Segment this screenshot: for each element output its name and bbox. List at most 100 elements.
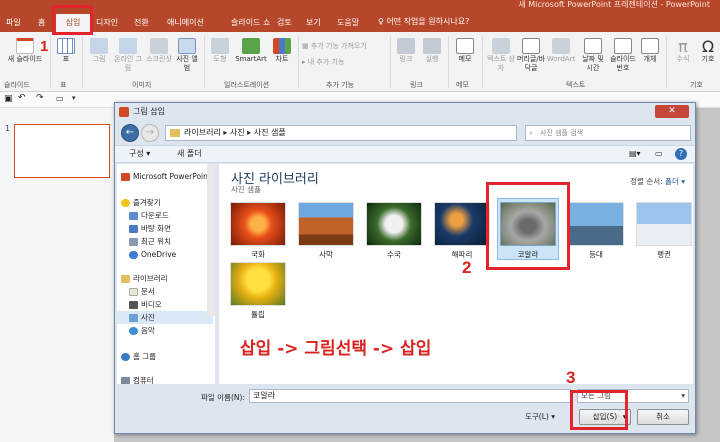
photo-item[interactable]: 등대 — [567, 202, 625, 260]
tab-transitions[interactable]: 전환 — [130, 14, 153, 32]
picture-button[interactable]: 그림 — [86, 38, 112, 64]
search-icon: ⌕ — [529, 129, 533, 137]
group-addins: 추가 기능 — [326, 81, 354, 89]
date-time-button[interactable]: 날짜 및 시간 — [578, 38, 608, 73]
recent-places-icon — [129, 238, 138, 246]
path-input[interactable]: 라이브러리 ▸ 사진 ▸ 사진 샘플 — [165, 125, 517, 141]
header-footer-button[interactable]: 머리글/바닥글 — [516, 38, 546, 73]
annotation-step-3: 3 — [566, 368, 576, 387]
search-input[interactable]: ⌕ 사진 샘플 검색 — [525, 125, 691, 141]
undo-icon[interactable]: ↶ — [18, 93, 26, 103]
desktop-icon — [129, 225, 138, 233]
nav-item-computer[interactable]: 컴퓨터 — [117, 374, 213, 384]
powerpoint-icon — [121, 173, 130, 181]
nav-item-downloads[interactable]: 다운로드 — [117, 209, 213, 222]
preview-pane-icon[interactable]: ▭ — [655, 146, 663, 162]
view-icon[interactable]: ▤▾ — [629, 146, 641, 162]
nav-item-music[interactable]: 음악 — [117, 324, 213, 337]
nav-item-favorites[interactable]: 즐겨찾기 — [117, 196, 213, 209]
nav-item-pictures[interactable]: 사진 — [117, 311, 213, 324]
cancel-label: 취소 — [656, 412, 670, 421]
pictures-icon — [129, 314, 138, 322]
nav-item-videos[interactable]: 비디오 — [117, 298, 213, 311]
tab-view[interactable]: 보기 — [302, 14, 325, 32]
folder-icon — [170, 129, 180, 137]
object-label: 개체 — [643, 55, 657, 63]
table-button[interactable]: 표 — [54, 38, 78, 64]
help-icon[interactable]: ? — [675, 148, 687, 160]
nav-item-onedrive[interactable]: OneDrive — [117, 248, 213, 261]
back-icon[interactable]: ← — [121, 124, 139, 142]
tab-file[interactable]: 파일 — [2, 14, 25, 32]
chart-button[interactable]: 차트 — [270, 38, 294, 64]
nav-scrollbar[interactable] — [207, 164, 215, 316]
object-icon — [641, 38, 659, 54]
tab-slideshow[interactable]: 슬라이드 쇼 — [227, 14, 274, 32]
forward-icon[interactable]: → — [141, 124, 159, 142]
online-picture-label: 온라인 그림 — [114, 55, 142, 72]
new-folder-button[interactable]: 새 폴더 — [177, 146, 202, 162]
library-subtitle: 사진 샘플 — [231, 185, 261, 194]
object-button[interactable]: 개체 — [638, 38, 662, 64]
nav-item-desktop[interactable]: 바탕 화면 — [117, 222, 213, 235]
tab-help[interactable]: 도움말 — [333, 14, 363, 32]
slide-number-button[interactable]: 슬라이드 번호 — [608, 38, 638, 73]
shapes-label: 도형 — [213, 55, 227, 63]
get-addins-button[interactable]: ▦ 추가 기능 가져오기 — [302, 42, 386, 51]
music-icon — [129, 327, 138, 335]
action-button[interactable]: 실행 — [420, 38, 444, 64]
photo-item[interactable]: 해파리 — [433, 202, 491, 260]
photo-item[interactable]: 수국 — [365, 202, 423, 260]
nav-item-powerpoint[interactable]: Microsoft PowerPoint — [117, 170, 213, 183]
shapes-button[interactable]: 도형 — [208, 38, 232, 64]
my-addins-button[interactable]: ▸ 내 추가 기능 — [302, 58, 386, 67]
comment-button[interactable]: 메모 — [452, 38, 478, 64]
tab-home[interactable]: 홈 — [34, 14, 49, 32]
screenshot-button[interactable]: 스크린샷 — [144, 38, 174, 64]
redo-icon[interactable]: ↷ — [36, 93, 44, 103]
nav-item-libraries[interactable]: 라이브러리 — [117, 272, 213, 285]
link-button[interactable]: 링크 — [394, 38, 418, 64]
smartart-button[interactable]: SmartArt — [232, 38, 270, 64]
divider — [666, 36, 667, 88]
online-picture-button[interactable]: 온라인 그림 — [114, 38, 142, 73]
photo-item[interactable]: 사막 — [297, 202, 355, 260]
textbox-button[interactable]: 텍스트 상자 — [486, 38, 516, 73]
photo-item[interactable]: 국화 — [229, 202, 287, 260]
textbox-icon — [492, 38, 510, 54]
tab-design[interactable]: 디자인 — [92, 14, 122, 32]
photo-item[interactable]: 튤립 — [229, 262, 287, 320]
start-from-beginning-icon[interactable]: ▭ — [56, 94, 64, 103]
jellyfish-image — [434, 202, 490, 246]
comment-label: 메모 — [458, 55, 472, 63]
nav-item-recent[interactable]: 최근 위치 — [117, 235, 213, 248]
tell-me-box[interactable]: ♀ 어떤 작업을 원하시나요? — [378, 16, 469, 27]
save-icon[interactable]: ▣ — [4, 94, 13, 104]
equation-button[interactable]: π 수식 — [670, 38, 696, 64]
customize-qat-icon[interactable]: ▾ — [72, 94, 76, 102]
slide-thumbnail[interactable] — [14, 124, 110, 178]
powerpoint-icon — [119, 107, 129, 117]
online-picture-icon — [119, 38, 137, 54]
wordart-button[interactable]: WordArt — [546, 38, 576, 64]
library-icon — [121, 275, 130, 283]
title-bar: 새 Microsoft PowerPoint 프레젠테이션 - PowerPoi… — [0, 0, 720, 32]
sort-control[interactable]: 정렬 순서: 폴더 ▾ — [630, 176, 685, 187]
organize-button[interactable]: 구성 ▾ — [129, 146, 150, 162]
nav-item-documents[interactable]: 문서 — [117, 285, 213, 298]
path-text: 라이브러리 ▸ 사진 ▸ 사진 샘플 — [184, 128, 286, 137]
downloads-icon — [129, 212, 138, 220]
tools-button[interactable]: 도구(L) ▾ — [525, 411, 555, 422]
tab-animations[interactable]: 애니메이션 — [163, 14, 208, 32]
slide-number-label: 슬라이드 번호 — [610, 55, 636, 72]
photo-label: 펭귄 — [657, 250, 671, 259]
photo-album-button[interactable]: 사진 앨범 — [174, 38, 200, 73]
calendar-icon — [584, 38, 602, 54]
annotation-instruction: 삽입 -> 그림선택 -> 삽입 — [240, 339, 432, 359]
tab-review[interactable]: 검토 — [273, 14, 296, 32]
nav-item-homegroup[interactable]: 홈 그룹 — [117, 350, 213, 363]
close-icon[interactable]: ✕ — [655, 105, 689, 118]
photo-item[interactable]: 펭귄 — [635, 202, 693, 260]
file-name-input[interactable]: 코알라 — [249, 389, 571, 403]
cancel-button[interactable]: 취소 — [637, 409, 689, 425]
